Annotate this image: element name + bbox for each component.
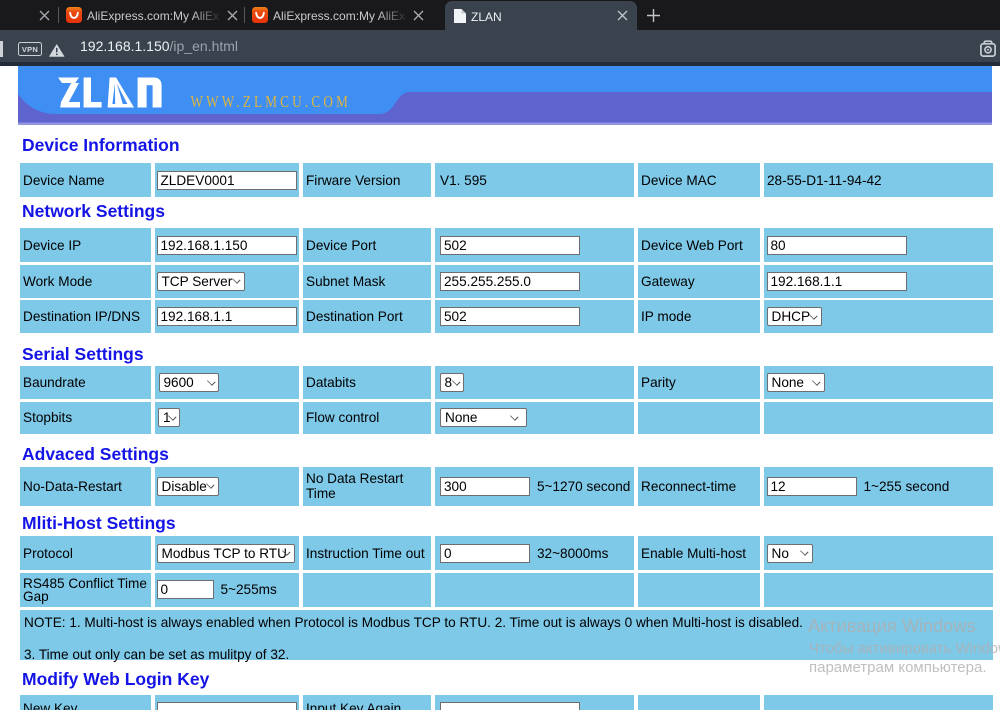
svg-text:WWW.ZLMCU.COM: WWW.ZLMCU.COM bbox=[191, 92, 352, 111]
